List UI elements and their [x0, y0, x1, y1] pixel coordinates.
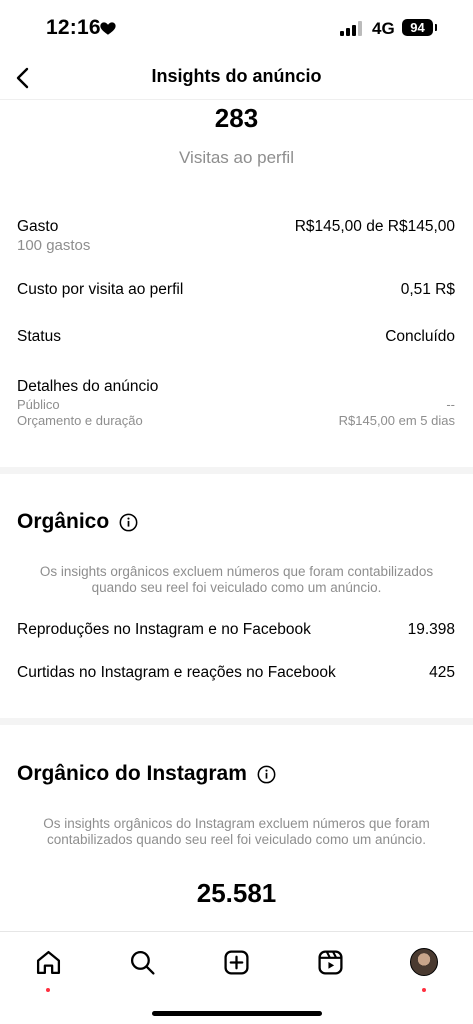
insights-content[interactable]: 283 Visitas ao perfil Gasto R$145,00 de …: [0, 101, 473, 931]
spend-row: Gasto R$145,00 de R$145,00: [17, 218, 455, 236]
organic-title: Orgânico: [17, 510, 110, 533]
plays-label: Reproduções no Instagram e no Facebook: [17, 621, 311, 638]
spend-label: Gasto: [17, 218, 59, 235]
organic-instagram-section-title: Orgânico do Instagram: [17, 762, 276, 786]
home-icon: [36, 950, 60, 974]
search-icon: [130, 950, 155, 975]
create-icon: [223, 949, 249, 975]
budget-label: Orçamento e duração: [17, 413, 143, 428]
tab-home[interactable]: [28, 942, 68, 992]
cost-label: Custo por visita ao perfil: [17, 281, 184, 298]
plays-value: 19.398: [407, 621, 455, 638]
tab-create[interactable]: [216, 942, 256, 982]
likes-value: 425: [429, 664, 455, 681]
status-bar: 12:16 4G 94: [0, 0, 473, 56]
status-label: Status: [17, 328, 61, 345]
heart-icon: [100, 22, 116, 35]
bottom-tab-bar: [0, 931, 473, 1024]
signal-icon: [340, 21, 364, 36]
plays-row: Reproduções no Instagram e no Facebook 1…: [17, 621, 455, 639]
status-row: Status Concluído: [17, 328, 455, 346]
organic-note: Os insights orgânicos excluem números qu…: [39, 564, 434, 595]
battery-tip: [435, 24, 437, 31]
info-icon[interactable]: [257, 765, 276, 784]
tab-reels[interactable]: [310, 942, 350, 982]
ad-details-row[interactable]: Detalhes do anúncio: [17, 378, 455, 396]
cost-value: 0,51 R$: [400, 281, 455, 298]
cost-row: Custo por visita ao perfil 0,51 R$: [17, 281, 455, 299]
profile-avatar: [410, 948, 438, 976]
network-type: 4G: [372, 19, 395, 38]
organic-instagram-value: 25.581: [196, 878, 277, 908]
tab-search[interactable]: [122, 942, 162, 982]
status-time: 12:16: [46, 16, 101, 39]
status-value: Concluído: [385, 328, 455, 345]
budget-row: Orçamento e duração R$145,00 em 5 dias: [17, 413, 455, 428]
spend-sub: 100 gastos: [17, 237, 91, 254]
tab-profile[interactable]: [404, 942, 444, 992]
audience-row: Público --: [17, 397, 455, 412]
budget-value: R$145,00 em 5 dias: [338, 413, 455, 428]
header: Insights do anúncio: [0, 56, 473, 100]
ad-details-label: Detalhes do anúncio: [17, 378, 159, 395]
info-icon[interactable]: [119, 513, 138, 532]
battery-level: 94: [402, 19, 433, 36]
audience-label: Público: [17, 397, 60, 412]
profile-visits-value: 283: [214, 103, 259, 133]
page-title: Insights do anúncio: [151, 66, 322, 86]
organic-section-title: Orgânico: [17, 510, 138, 534]
notification-dot: [422, 988, 426, 992]
home-indicator: [152, 1011, 322, 1016]
reels-icon: [317, 949, 343, 975]
likes-row: Curtidas no Instagram e reações no Faceb…: [17, 664, 455, 682]
organic-instagram-title: Orgânico do Instagram: [17, 762, 247, 785]
audience-value: --: [446, 397, 455, 412]
profile-visits-caption: Visitas ao perfil: [179, 148, 294, 167]
notification-dot: [46, 988, 50, 992]
organic-instagram-note: Os insights orgânicos do Instagram exclu…: [43, 816, 430, 847]
likes-label: Curtidas no Instagram e reações no Faceb…: [17, 664, 336, 681]
spend-value: R$145,00 de R$145,00: [294, 218, 455, 235]
section-divider: [0, 467, 473, 474]
section-divider: [0, 718, 473, 725]
